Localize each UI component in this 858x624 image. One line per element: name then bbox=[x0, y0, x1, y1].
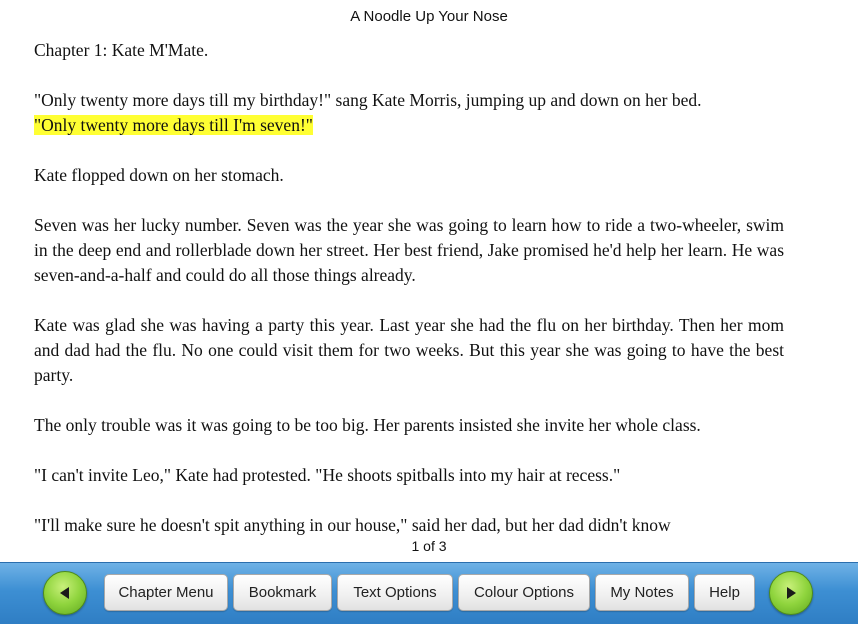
previous-page-button[interactable] bbox=[43, 571, 87, 615]
reader-page: A Noodle Up Your Nose Chapter 1: Kate M'… bbox=[0, 0, 858, 624]
paragraph: Kate was glad she was having a party thi… bbox=[34, 315, 784, 385]
arrow-left-icon bbox=[60, 587, 69, 599]
arrow-right-icon bbox=[787, 587, 796, 599]
paragraph-text: "Only twenty more days till my birthday!… bbox=[34, 90, 702, 110]
paragraph: The only trouble was it was going to be … bbox=[34, 415, 701, 435]
colour-options-button[interactable]: Colour Options bbox=[458, 574, 590, 611]
bottom-toolbar: Chapter Menu Bookmark Text Options Colou… bbox=[0, 562, 858, 624]
paragraph: "I can't invite Leo," Kate had protested… bbox=[34, 465, 621, 485]
paragraph: "I'll make sure he doesn't spit anything… bbox=[34, 515, 671, 535]
my-notes-button[interactable]: My Notes bbox=[595, 574, 689, 611]
next-page-button[interactable] bbox=[769, 571, 813, 615]
page-indicator: 1 of 3 bbox=[411, 538, 447, 554]
highlighted-text[interactable]: "Only twenty more days till I'm seven!" bbox=[34, 115, 313, 135]
help-button[interactable]: Help bbox=[694, 574, 755, 611]
chapter-menu-button[interactable]: Chapter Menu bbox=[104, 574, 228, 611]
bookmark-button[interactable]: Bookmark bbox=[233, 574, 332, 611]
paragraph: Kate flopped down on her stomach. bbox=[34, 165, 284, 185]
text-options-button[interactable]: Text Options bbox=[337, 574, 453, 611]
paragraph: Seven was her lucky number. Seven was th… bbox=[34, 215, 784, 285]
book-text-area: Chapter 1: Kate M'Mate. "Only twenty mor… bbox=[34, 38, 784, 536]
chapter-heading: Chapter 1: Kate M'Mate. bbox=[34, 40, 209, 60]
paragraph: "Only twenty more days till my birthday!… bbox=[34, 88, 784, 138]
book-title: A Noodle Up Your Nose bbox=[350, 8, 508, 25]
